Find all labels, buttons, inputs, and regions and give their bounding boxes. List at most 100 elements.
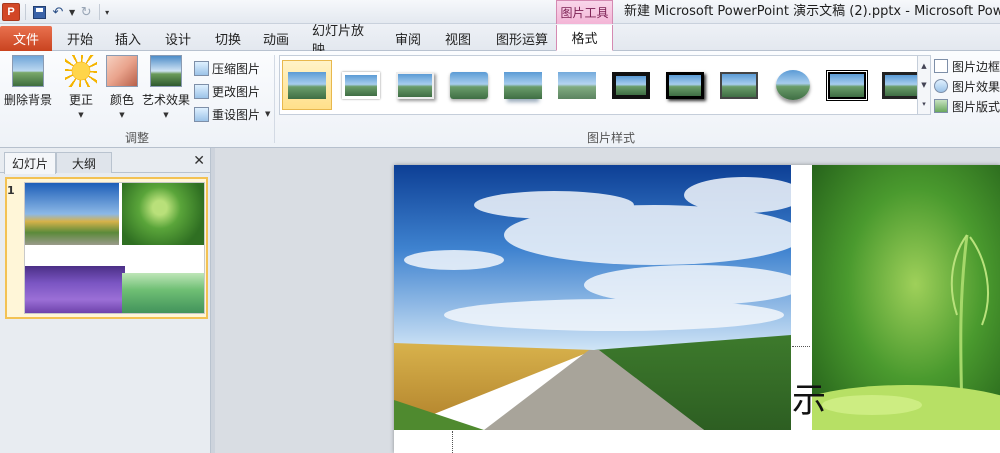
tab-file[interactable]: 文件: [0, 26, 52, 51]
gallery-up-icon[interactable]: ▲: [921, 62, 926, 70]
qat-separator: [99, 4, 101, 20]
style-thumb: [612, 71, 650, 99]
slide-text-fragment[interactable]: 示: [792, 384, 826, 418]
save-button[interactable]: [31, 4, 47, 20]
color-dropdown-icon: ▼: [119, 111, 125, 119]
color-icon: [106, 55, 138, 87]
style-thumb: [720, 71, 758, 99]
picture-effects-button[interactable]: 图片效果: [934, 77, 1000, 95]
style-thumb: [342, 71, 380, 99]
picture-style-1[interactable]: [282, 60, 332, 110]
reset-picture-label: 重设图片: [212, 107, 261, 122]
change-picture-icon: [194, 83, 209, 99]
reset-picture-button[interactable]: 重设图片 ▼: [194, 104, 270, 124]
picture-style-7[interactable]: [606, 60, 656, 110]
color-button[interactable]: 颜色 ▼: [103, 55, 141, 119]
thumb-sprout-image: [122, 183, 204, 245]
remove-background-button[interactable]: 删除背景: [4, 55, 52, 108]
sun-icon: [65, 55, 97, 87]
slides-pane: 幻灯片 大纲 ✕ 1: [0, 148, 211, 453]
picture-style-5[interactable]: [498, 60, 548, 110]
picture-layout-button[interactable]: 图片版式: [934, 97, 1000, 115]
tab-design[interactable]: 设计: [160, 26, 196, 51]
change-picture-button[interactable]: 更改图片: [194, 81, 260, 101]
picture-tools-label: 图片工具: [556, 0, 613, 24]
tab-home[interactable]: 开始: [62, 26, 98, 51]
picture-border-icon: [934, 59, 948, 73]
style-thumb: [558, 71, 596, 99]
color-label: 颜色: [109, 93, 134, 107]
redo-button[interactable]: ↻: [78, 4, 94, 20]
close-icon[interactable]: ✕: [193, 153, 205, 169]
tab-transitions[interactable]: 切换: [210, 26, 246, 51]
slide-thumbnail-preview: [24, 182, 205, 314]
artistic-effects-button[interactable]: 艺术效果 ▼: [141, 55, 191, 119]
tab-slideshow[interactable]: 幻灯片放映: [312, 24, 376, 58]
tab-shape-operations[interactable]: 图形运算: [490, 26, 554, 51]
picture-style-3[interactable]: [390, 60, 440, 110]
artistic-effects-dropdown-icon: ▼: [163, 111, 169, 119]
reset-picture-icon: [194, 106, 209, 122]
sprout-graphic: [812, 165, 1000, 430]
corrections-button[interactable]: 更正 ▼: [62, 55, 100, 119]
tab-format[interactable]: 格式: [556, 25, 613, 51]
corrections-label: 更正: [68, 93, 93, 107]
slide-number: 1: [7, 184, 15, 197]
picture-style-4[interactable]: [444, 60, 494, 110]
undo-dropdown-icon[interactable]: ▼: [69, 8, 75, 17]
undo-icon: ↶: [52, 4, 64, 20]
picture-style-8[interactable]: [660, 60, 710, 110]
artistic-effects-icon: [150, 55, 182, 87]
gallery-more-icon[interactable]: ▾: [922, 100, 926, 108]
sky-road-graphic: [394, 165, 791, 430]
tab-view[interactable]: 视图: [440, 26, 476, 51]
slide-thumbnail[interactable]: [5, 177, 208, 319]
window-title: 新建 Microsoft PowerPoint 演示文稿 (2).pptx - …: [624, 4, 1000, 19]
undo-button[interactable]: ↶: [50, 4, 66, 20]
customize-qat-icon[interactable]: ▾: [105, 8, 109, 17]
style-thumb: [450, 71, 488, 99]
placeholder-guide-horizontal: [792, 346, 810, 347]
style-thumb: [288, 71, 326, 99]
slide-canvas[interactable]: 示: [394, 165, 1000, 453]
redo-icon: ↻: [80, 4, 92, 20]
tab-review[interactable]: 审阅: [390, 26, 426, 51]
picture-effects-label: 图片效果: [952, 79, 1000, 94]
picture-style-9[interactable]: [714, 60, 764, 110]
tab-animations[interactable]: 动画: [258, 26, 294, 51]
remove-background-label: 删除背景: [4, 93, 53, 107]
gallery-down-icon[interactable]: ▼: [921, 81, 926, 89]
gallery-scrollbar[interactable]: ▲ ▼ ▾: [917, 56, 930, 114]
slide-editor: 示: [215, 148, 1000, 453]
powerpoint-logo-icon[interactable]: P: [2, 3, 20, 21]
tab-insert[interactable]: 插入: [110, 26, 146, 51]
picture-styles-gallery: ▲ ▼ ▾: [279, 55, 931, 115]
compress-pictures-button[interactable]: 压缩图片: [194, 58, 260, 78]
remove-background-icon: [12, 55, 44, 87]
adjust-group-label: 调整: [124, 131, 149, 145]
picture-style-10[interactable]: [768, 60, 818, 110]
picture-border-label: 图片边框: [952, 59, 1000, 74]
placeholder-guide-vertical: [452, 431, 453, 453]
tab-outline[interactable]: 大纲: [56, 152, 112, 173]
change-picture-label: 更改图片: [212, 84, 261, 99]
picture-border-button[interactable]: 图片边框: [934, 57, 1000, 75]
thumb-leaf-image: [122, 273, 204, 313]
picture-effects-icon: [934, 79, 948, 93]
adjust-group: 删除背景 更正 ▼ 颜色 ▼ 艺术效果 ▼ 压缩图片 更改图片 重设图片 ▼ 调…: [0, 51, 274, 148]
picture-style-6[interactable]: [552, 60, 602, 110]
quick-access-toolbar: P ↶ ▼ ↻ ▾: [2, 2, 109, 22]
ribbon: 删除背景 更正 ▼ 颜色 ▼ 艺术效果 ▼ 压缩图片 更改图片 重设图片 ▼ 调…: [0, 51, 1000, 148]
sprout-picture[interactable]: [812, 165, 1000, 430]
picture-style-11[interactable]: [822, 60, 872, 110]
style-thumb: [396, 71, 434, 99]
title-bar: P ↶ ▼ ↻ ▾ 图片工具 新建 Microsoft PowerPoint 演…: [0, 0, 1000, 24]
sky-road-picture[interactable]: [394, 165, 791, 430]
picture-style-2[interactable]: [336, 60, 386, 110]
style-thumb: [826, 69, 868, 101]
tab-slides[interactable]: 幻灯片: [4, 152, 56, 174]
thumb-lavender-image: [25, 266, 125, 313]
corrections-dropdown-icon: ▼: [78, 111, 84, 119]
compress-icon: [194, 60, 209, 76]
style-thumb: [666, 71, 704, 99]
